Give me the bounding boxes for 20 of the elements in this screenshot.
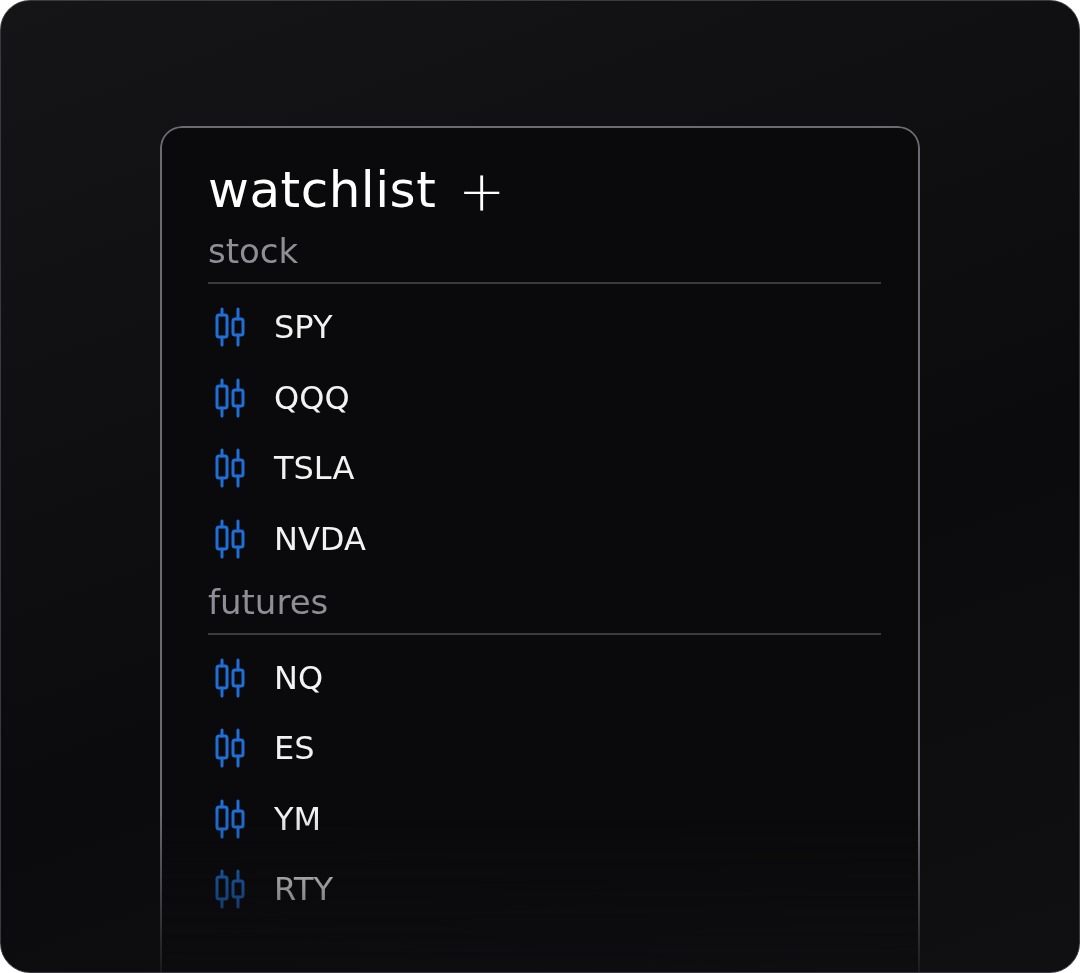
symbol-link[interactable]: ES bbox=[274, 724, 315, 773]
group-label: futures bbox=[208, 580, 330, 624]
symbol-link[interactable]: TSLA bbox=[274, 444, 355, 493]
add-button[interactable]: + bbox=[454, 162, 510, 219]
candlestick-icon bbox=[214, 307, 246, 348]
candlestick-icon bbox=[214, 798, 246, 839]
symbol-link[interactable]: NQ bbox=[274, 653, 324, 702]
candlestick-icon bbox=[214, 377, 246, 418]
group-label: stock bbox=[208, 230, 300, 273]
symbol-link[interactable]: RTY bbox=[274, 865, 333, 914]
symbol-link[interactable]: NVDA bbox=[274, 514, 366, 563]
candlestick-icon bbox=[214, 518, 246, 559]
symbol-link[interactable]: YM bbox=[274, 794, 322, 843]
symbol-link[interactable]: QQQ bbox=[274, 373, 350, 422]
candlestick-icon bbox=[214, 657, 246, 698]
candlestick-icon bbox=[214, 448, 246, 489]
watchlist-title: watchlist bbox=[208, 160, 437, 221]
candlestick-icon bbox=[214, 869, 246, 910]
symbol-link[interactable]: SPY bbox=[274, 303, 333, 352]
candlestick-icon bbox=[214, 728, 246, 769]
